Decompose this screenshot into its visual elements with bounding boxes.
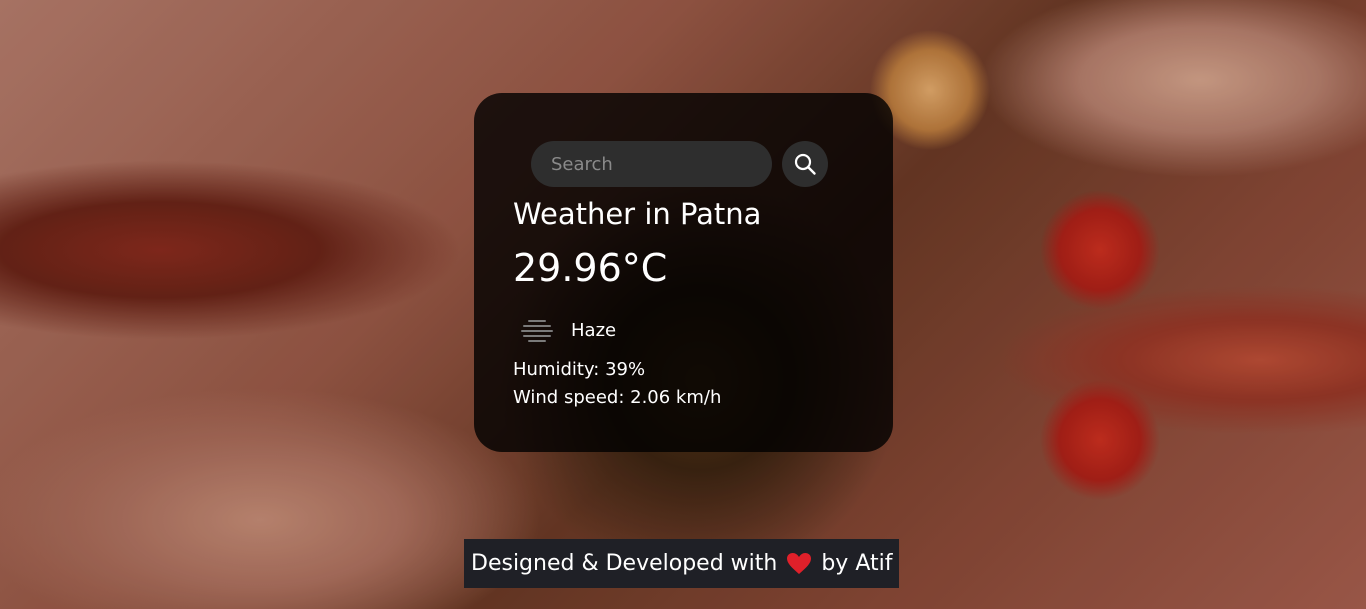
wind-speed-readout: Wind speed: 2.06 km/h: [513, 387, 722, 408]
condition-label: Haze: [571, 319, 617, 341]
weather-condition: Haze: [519, 315, 616, 345]
heart-icon: [787, 552, 812, 574]
footer-suffix: by Atif: [821, 551, 893, 576]
search-input[interactable]: [531, 141, 772, 187]
search-bar: [531, 141, 828, 187]
humidity-readout: Humidity: 39%: [513, 359, 646, 380]
weather-card: Weather in Patna 29.96°C Haze Humidity: …: [474, 93, 893, 452]
footer-credit: Designed & Developed with by Atif: [464, 539, 900, 588]
city-title: Weather in Patna: [513, 197, 762, 231]
search-button[interactable]: [782, 141, 828, 187]
temperature: 29.96°C: [513, 246, 668, 290]
footer-prefix: Designed & Developed with: [471, 551, 778, 576]
haze-icon: [521, 320, 553, 342]
search-icon: [794, 153, 816, 175]
